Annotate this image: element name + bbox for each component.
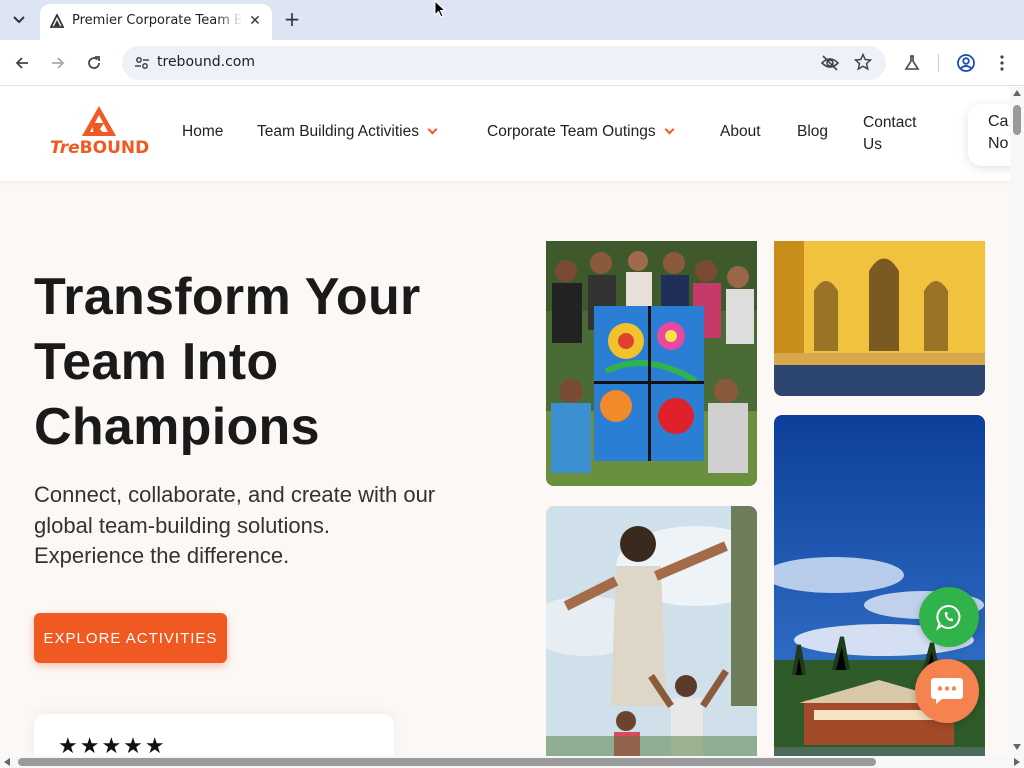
explore-activities-button[interactable]: EXPLORE ACTIVITIES	[34, 613, 227, 663]
photo-team-outdoor	[546, 506, 757, 756]
flask-icon	[904, 55, 920, 70]
vertical-scrollbar[interactable]	[1010, 87, 1024, 756]
browser-tab[interactable]: Premier Corporate Team Building ✕	[40, 4, 272, 40]
hero-title: Transform Your Team Into Champions	[34, 268, 421, 456]
horizontal-scroll-thumb[interactable]	[18, 758, 876, 766]
nav-blog[interactable]: Blog	[797, 123, 828, 141]
rating-stars: ★★★★★	[58, 734, 167, 756]
mouse-cursor-icon	[434, 0, 446, 18]
browser-tab-bar: Premier Corporate Team Building ✕ +	[0, 0, 1024, 40]
review-card: ★★★★★	[34, 714, 394, 756]
nav-contact-us[interactable]: Contact Us	[863, 112, 933, 156]
arrow-left-icon	[15, 57, 28, 69]
browser-toolbar: trebound.com	[0, 40, 1024, 86]
tab-search-button[interactable]	[6, 7, 32, 33]
toolbar-divider	[938, 54, 939, 72]
labs-button[interactable]	[900, 51, 924, 75]
chat-icon	[931, 678, 963, 704]
new-tab-button[interactable]: +	[280, 8, 304, 32]
logo-wordmark: TreBOUND	[50, 138, 150, 158]
scroll-down-arrow-icon[interactable]	[1013, 744, 1021, 750]
site-logo[interactable]: TreBOUND	[50, 105, 152, 159]
arrow-right-icon	[52, 57, 65, 69]
call-now-button[interactable]: Ca No	[968, 104, 1010, 166]
back-button[interactable]	[10, 51, 34, 75]
address-bar[interactable]: trebound.com	[122, 46, 886, 80]
nav-corporate-team-outings[interactable]: Corporate Team Outings	[487, 123, 675, 141]
reload-icon	[88, 56, 100, 69]
eye-off-icon[interactable]	[820, 54, 840, 72]
reload-button[interactable]	[82, 51, 106, 75]
url-text: trebound.com	[157, 54, 255, 70]
browser-menu-button[interactable]	[990, 51, 1014, 75]
site-favicon-icon	[50, 14, 64, 28]
bookmark-star-icon[interactable]	[854, 53, 872, 71]
hero-subtitle: Connect, collaborate, and create with ou…	[34, 482, 436, 568]
chevron-down-icon	[13, 16, 25, 24]
more-vertical-icon	[1000, 55, 1004, 71]
vertical-scroll-thumb[interactable]	[1013, 105, 1021, 135]
forward-button[interactable]	[46, 51, 70, 75]
whatsapp-button[interactable]	[919, 587, 979, 647]
nav-about[interactable]: About	[720, 123, 761, 141]
profile-icon	[957, 54, 975, 72]
nav-home[interactable]: Home	[182, 123, 223, 141]
site-header: TreBOUND Home Team Building Activities C…	[0, 87, 1010, 181]
scroll-up-arrow-icon[interactable]	[1013, 90, 1021, 96]
page-viewport: TreBOUND Home Team Building Activities C…	[0, 87, 1010, 756]
photo-church	[774, 241, 985, 396]
nav-team-building-activities[interactable]: Team Building Activities	[257, 123, 438, 141]
profile-button[interactable]	[954, 51, 978, 75]
photo-team-painting	[546, 241, 757, 486]
site-settings-icon	[135, 57, 149, 69]
whatsapp-icon	[936, 605, 961, 631]
trebound-logo-icon	[82, 106, 116, 136]
tab-title: Premier Corporate Team Building	[72, 13, 242, 28]
chat-button[interactable]	[915, 659, 979, 723]
scroll-left-arrow-icon[interactable]	[4, 758, 10, 766]
scroll-right-arrow-icon[interactable]	[1014, 758, 1020, 766]
chevron-down-icon	[427, 124, 438, 135]
horizontal-scrollbar[interactable]	[0, 756, 1024, 768]
tab-close-icon[interactable]: ✕	[246, 12, 264, 30]
chevron-down-icon	[664, 124, 675, 135]
